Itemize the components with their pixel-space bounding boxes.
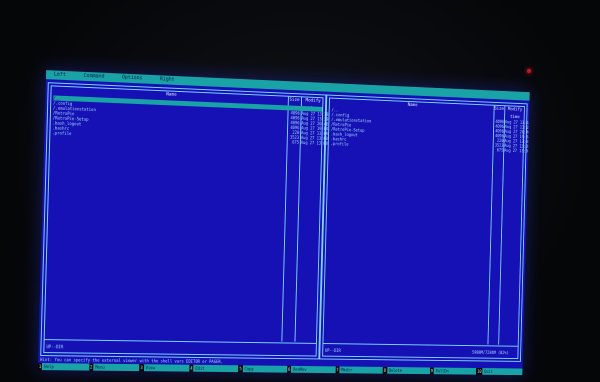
column-header-size[interactable]: Size xyxy=(288,97,301,105)
left-panel-frame: Name Size Modify time /../.config4096Aug… xyxy=(43,85,329,357)
left-panel-status: UP--DIR xyxy=(46,344,64,350)
menu-options[interactable]: Options xyxy=(122,74,143,84)
function-key-delete[interactable]: 8 Delete xyxy=(382,366,430,375)
file-size: 675 xyxy=(292,139,299,145)
left-file-panel[interactable]: Name Size Modify time /../.config4096Aug… xyxy=(40,82,329,360)
right-file-panel[interactable]: Name Size Modify time /../.config 4096 Aug… xyxy=(319,94,530,362)
file-name: .profile xyxy=(330,141,349,147)
function-key-mkdir[interactable]: 7 Mkdir xyxy=(335,366,383,374)
function-key-label: Mkdir xyxy=(339,366,383,374)
right-panel-status: UP--DIR xyxy=(324,347,341,353)
file-modify-time: Aug 27 13:08 xyxy=(300,139,328,146)
function-key-copy[interactable]: 5 Copy xyxy=(238,365,288,373)
file-modify-time: Aug 27 13:08 xyxy=(504,147,530,154)
terminal-screen: Left Command Options Right Name Size Mod… xyxy=(37,70,530,376)
file-name: .profile xyxy=(52,130,72,137)
function-key-label: Edit xyxy=(193,364,239,373)
function-key-label: Help xyxy=(42,363,90,371)
right-panel-frame: Name Size Modify time /../.config 4096 Aug… xyxy=(322,97,530,360)
function-key-pulldn[interactable]: 9 PullDn xyxy=(429,367,477,375)
function-key-renmov[interactable]: 6 RenMov xyxy=(287,365,336,374)
function-key-edit[interactable]: 4 Edit xyxy=(189,364,239,373)
function-key-label: Quit xyxy=(482,368,523,376)
function-key-help[interactable]: 1 Help xyxy=(37,363,90,371)
function-key-label: RenMov xyxy=(291,365,336,374)
footer-divider xyxy=(44,339,316,344)
power-led-icon xyxy=(527,69,531,73)
function-key-label: PullDn xyxy=(433,367,477,375)
right-panel-disk-usage: 5988M/7284M (82%) xyxy=(472,349,509,356)
function-key-label: Menu xyxy=(93,363,140,372)
function-key-quit[interactable]: 10 Quit xyxy=(476,367,523,376)
footer-divider xyxy=(323,343,518,347)
function-key-menu[interactable]: 2 Menu xyxy=(88,363,140,372)
menu-command[interactable]: Command xyxy=(84,72,105,82)
menu-right[interactable]: Right xyxy=(160,75,175,85)
function-key-view[interactable]: 3 View xyxy=(139,364,190,372)
right-file-list: /../.config 4096 Aug 27 13:18/.emulationst… xyxy=(330,107,530,153)
column-header-size[interactable]: Size xyxy=(494,106,505,114)
function-key-label: Copy xyxy=(242,365,288,373)
function-key-label: View xyxy=(143,364,190,372)
menu-left[interactable]: Left xyxy=(54,70,66,80)
function-key-label: Delete xyxy=(386,366,430,375)
file-size: 675 xyxy=(496,147,504,153)
